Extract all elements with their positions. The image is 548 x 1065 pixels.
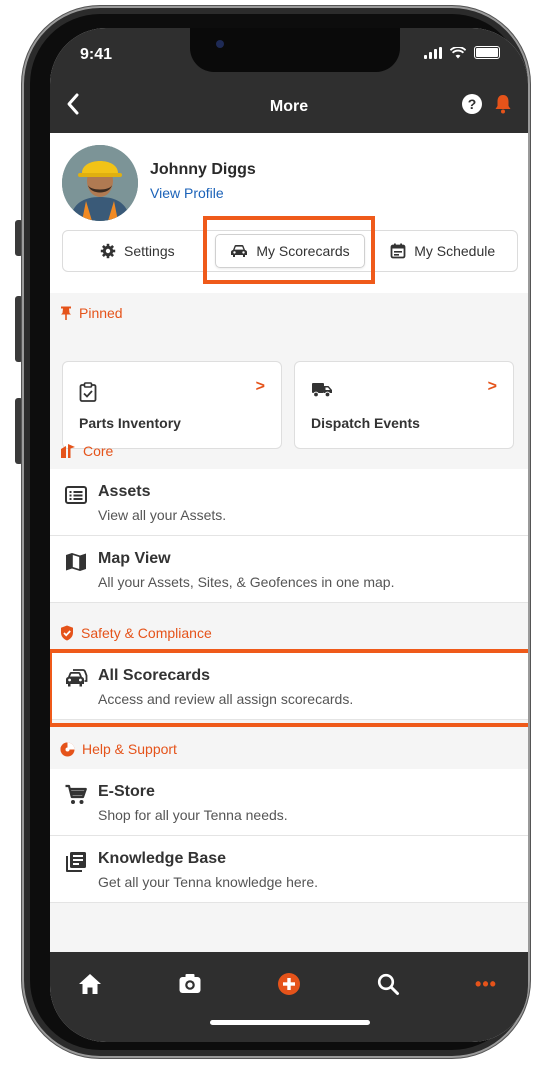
pin-icon (61, 306, 71, 320)
highlight-box-my-scorecards (203, 216, 375, 284)
list-item-subtitle: View all your Assets. (98, 507, 227, 523)
section-header-pinned: Pinned (60, 305, 123, 321)
user-name: Johnny Diggs (150, 161, 256, 178)
shield-check-icon (61, 625, 73, 641)
list-item-title: E-Store (98, 783, 155, 800)
chevron-right-icon: > (255, 378, 265, 395)
view-profile-link[interactable]: View Profile (150, 185, 224, 201)
my-schedule-button[interactable]: My Schedule (368, 231, 517, 271)
status-time: 9:41 (80, 46, 113, 63)
section-header-safety: Safety & Compliance (60, 625, 212, 641)
more-content: Johnny Diggs View Profile Settings My Sc… (50, 133, 528, 959)
avatar[interactable] (62, 145, 138, 221)
core-icon (61, 444, 75, 458)
list-item-knowledge-base[interactable]: Knowledge Base Get all your Tenna knowle… (50, 836, 528, 903)
pinned-card-dispatch-events[interactable]: > Dispatch Events (294, 361, 514, 449)
battery-icon (474, 46, 500, 59)
list-item-assets[interactable]: Assets View all your Assets. (50, 469, 528, 536)
search-icon (377, 973, 399, 995)
more-icon[interactable]: ••• (470, 970, 502, 998)
home-indicator (210, 1020, 370, 1025)
list-item-subtitle: Shop for all your Tenna needs. (98, 807, 288, 823)
section-title-safety: Safety & Compliance (81, 625, 212, 641)
section-header-core: Core (60, 443, 113, 459)
list-item-title: Knowledge Base (98, 850, 227, 867)
section-header-help: Help & Support (60, 741, 177, 757)
section-title-help: Help & Support (82, 741, 177, 757)
pinned-card-label: Parts Inventory (79, 415, 181, 431)
camera-icon (179, 974, 201, 993)
cart-icon (65, 784, 87, 804)
list-icon (65, 486, 87, 504)
add-icon (278, 973, 300, 995)
notch (190, 28, 400, 72)
page-title: More (269, 98, 309, 115)
tab-add[interactable] (273, 970, 305, 998)
highlight-box-all-scorecards (50, 649, 528, 727)
truck-icon (312, 383, 332, 398)
top-bar: 9:41 More ? (50, 28, 528, 133)
settings-button[interactable]: Settings (63, 231, 212, 271)
list-item-title: Assets (98, 483, 151, 500)
tab-camera[interactable] (174, 970, 206, 998)
help-support-icon (60, 742, 75, 756)
bell-icon[interactable] (494, 94, 512, 114)
app-screen: 9:41 More ? Johnny Diggs View Profile Se… (50, 28, 528, 1042)
gear-icon (100, 243, 116, 259)
book-icon (66, 852, 86, 872)
signal-icon (424, 46, 442, 59)
pinned-card-parts-inventory[interactable]: > Parts Inventory (62, 361, 282, 449)
help-icon[interactable]: ? (462, 94, 482, 114)
pinned-card-label: Dispatch Events (311, 415, 420, 431)
chevron-right-icon: > (487, 378, 497, 395)
my-schedule-label: My Schedule (414, 243, 496, 259)
list-item-map-view[interactable]: Map View All your Assets, Sites, & Geofe… (50, 536, 528, 603)
clipboard-icon (79, 382, 97, 402)
back-chevron-icon[interactable] (66, 92, 80, 116)
list-item-subtitle: Get all your Tenna knowledge here. (98, 874, 318, 890)
list-item-title: Map View (98, 550, 171, 567)
status-icons (424, 46, 500, 59)
calendar-icon (390, 243, 406, 259)
tab-home[interactable] (74, 970, 106, 998)
wifi-icon (450, 46, 466, 58)
settings-label: Settings (124, 243, 175, 259)
bottom-tab-bar: ••• (50, 952, 528, 1042)
list-item-subtitle: All your Assets, Sites, & Geofences in o… (98, 574, 395, 590)
home-icon (79, 974, 101, 994)
list-item-e-store[interactable]: E-Store Shop for all your Tenna needs. (50, 769, 528, 836)
map-icon (66, 553, 86, 571)
section-title-core: Core (83, 443, 114, 459)
tab-search[interactable] (372, 970, 404, 998)
front-camera (216, 40, 224, 48)
section-title-pinned: Pinned (79, 305, 123, 321)
